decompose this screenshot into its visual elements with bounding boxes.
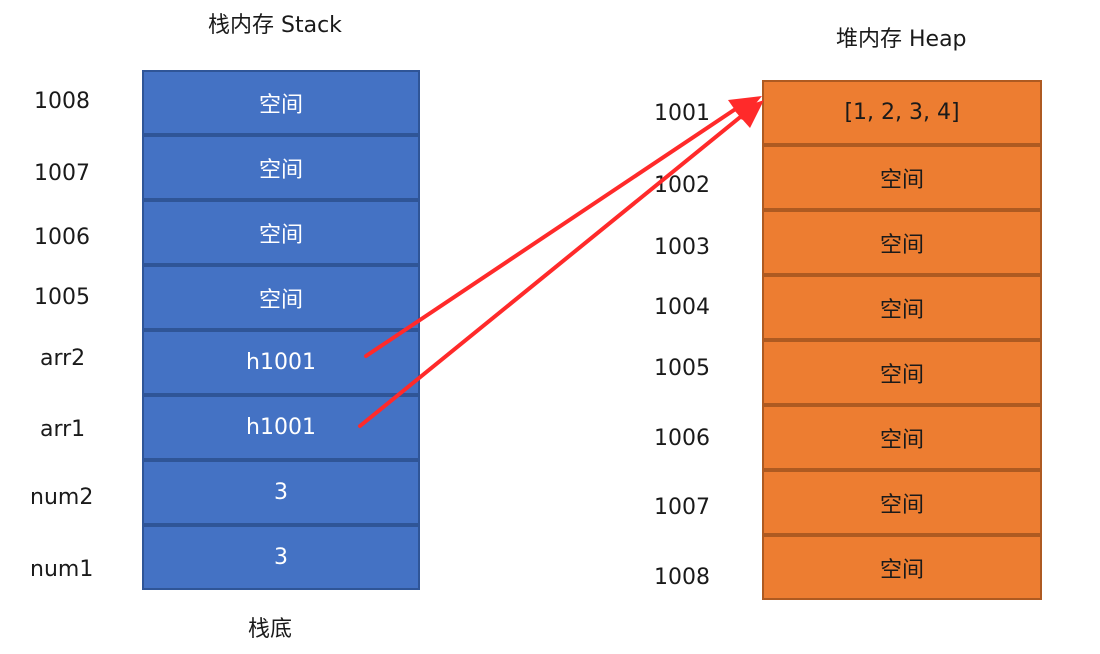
heap-cell: 空间: [762, 405, 1042, 470]
heap-address-label: 1006: [654, 426, 710, 451]
heap-title: 堆内存 Heap: [836, 27, 967, 52]
heap-address-label: 1003: [654, 235, 710, 260]
stack-address-label: 1007: [34, 161, 90, 186]
heap-address-label: 1005: [654, 356, 710, 381]
stack-cell: 空间: [142, 70, 420, 135]
heap-cell: [1, 2, 3, 4]: [762, 80, 1042, 145]
stack-variable-label: arr2: [40, 346, 86, 371]
heap-cell: 空间: [762, 275, 1042, 340]
heap-cell: 空间: [762, 535, 1042, 600]
heap-cell: 空间: [762, 210, 1042, 275]
stack-address-label: 1008: [34, 89, 90, 114]
stack-cell: 3: [142, 460, 420, 525]
heap-cell: 空间: [762, 340, 1042, 405]
stack-address-label: 1006: [34, 225, 90, 250]
heap-address-label: 1001: [654, 101, 710, 126]
stack-variable-label: num2: [30, 485, 94, 510]
memory-diagram: 栈内存 Stack 堆内存 Heap 1008 空间 1007 空间 1006 …: [0, 0, 1100, 654]
stack-cell: 空间: [142, 200, 420, 265]
stack-cell: 空间: [142, 265, 420, 330]
stack-cell: 3: [142, 525, 420, 590]
stack-variable-label: arr1: [40, 417, 86, 442]
heap-address-label: 1002: [654, 173, 710, 198]
stack-cell: 空间: [142, 135, 420, 200]
arr1-arrowhead: [734, 100, 764, 128]
heap-cell: 空间: [762, 145, 1042, 210]
heap-address-label: 1007: [654, 495, 710, 520]
heap-address-label: 1008: [654, 565, 710, 590]
arr2-arrowhead: [728, 96, 762, 120]
stack-bottom-label: 栈底: [248, 617, 293, 642]
heap-cell: 空间: [762, 470, 1042, 535]
stack-cell: h1001: [142, 395, 420, 460]
stack-address-label: 1005: [34, 285, 90, 310]
stack-variable-label: num1: [30, 557, 94, 582]
heap-address-label: 1004: [654, 295, 710, 320]
stack-title: 栈内存 Stack: [208, 13, 342, 38]
stack-cell: h1001: [142, 330, 420, 395]
